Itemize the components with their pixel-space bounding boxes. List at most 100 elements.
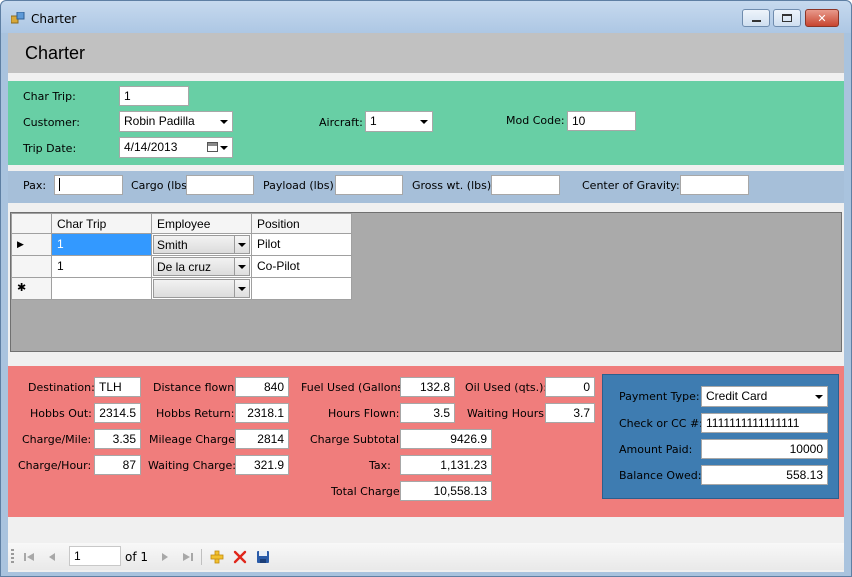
charge-mile-input[interactable]: 3.35 xyxy=(94,429,141,449)
minimize-button[interactable] xyxy=(742,9,770,27)
minimize-icon xyxy=(751,19,761,22)
hours-flown-input[interactable]: 3.5 xyxy=(400,403,455,423)
hobbs-out-input[interactable]: 2314.5 xyxy=(94,403,141,423)
cargo-input[interactable] xyxy=(186,175,254,195)
center-of-gravity-input[interactable] xyxy=(680,175,749,195)
mod-code-label: Mod Code: xyxy=(506,114,565,127)
oil-used-input[interactable]: 0 xyxy=(545,377,595,397)
check-cc-input[interactable]: 1111111111111111 xyxy=(701,413,828,433)
char-trip-label: Char Trip: xyxy=(23,90,76,103)
move-last-button[interactable] xyxy=(180,549,196,565)
move-next-icon xyxy=(162,553,168,561)
table-cell[interactable] xyxy=(251,277,352,300)
payment-type-label: Payment Type: xyxy=(619,390,700,403)
table-cell[interactable]: Pilot xyxy=(251,233,352,256)
aircraft-value: 1 xyxy=(370,114,377,128)
move-last-icon xyxy=(183,553,193,561)
oil-used-label: Oil Used (qts.): xyxy=(465,381,548,394)
column-header-char-trip[interactable]: Char Trip xyxy=(51,213,152,234)
waiting-hours-input[interactable]: 3.7 xyxy=(545,403,595,423)
destination-input[interactable]: TLH xyxy=(94,377,141,397)
maximize-button[interactable] xyxy=(773,9,801,27)
payment-type-select[interactable]: Credit Card xyxy=(701,386,828,407)
employee-select[interactable]: Smith xyxy=(153,235,250,254)
table-cell[interactable]: Co-Pilot xyxy=(251,255,352,278)
restore-icon xyxy=(782,14,792,22)
mileage-charge-label: Mileage Charge: xyxy=(149,433,239,446)
table-cell[interactable]: 1 xyxy=(51,255,152,278)
chevron-down-icon xyxy=(238,243,246,247)
column-header-position[interactable]: Position xyxy=(251,213,352,234)
calendar-icon xyxy=(207,142,218,152)
employee-select[interactable] xyxy=(153,279,250,298)
move-previous-button[interactable] xyxy=(44,549,60,565)
total-charge-input[interactable]: 10,558.13 xyxy=(400,481,492,501)
move-first-icon xyxy=(24,553,34,561)
add-icon xyxy=(210,550,224,564)
distance-flown-input[interactable]: 840 xyxy=(235,377,289,397)
new-row-selector[interactable]: ✱ xyxy=(11,277,52,300)
employee-combo-cell[interactable] xyxy=(151,277,252,300)
dropdown-button[interactable] xyxy=(234,280,249,297)
fuel-used-input[interactable]: 132.8 xyxy=(400,377,455,397)
charge-hour-label: Charge/Hour: xyxy=(18,459,92,472)
payload-input[interactable] xyxy=(335,175,403,195)
balance-owed-input[interactable]: 558.13 xyxy=(701,465,828,485)
distance-flown-label: Distance flown: xyxy=(153,381,238,394)
add-new-button[interactable] xyxy=(209,549,225,565)
amount-paid-label: Amount Paid: xyxy=(619,443,693,456)
employee-value: De la cruz xyxy=(157,260,212,274)
text-cursor xyxy=(59,178,60,191)
weights-section: Pax: Cargo (lbs): Payload (lbs): Gross w… xyxy=(8,171,844,203)
chevron-down-icon xyxy=(815,395,823,399)
column-header-employee[interactable]: Employee xyxy=(151,213,252,234)
trip-date-picker[interactable]: 4/14/2013 xyxy=(119,137,233,158)
aircraft-select[interactable]: 1 xyxy=(365,111,433,132)
hobbs-return-input[interactable]: 2318.1 xyxy=(235,403,289,423)
title-bar: Charter ✕ xyxy=(1,1,851,33)
employee-select[interactable]: De la cruz xyxy=(153,257,250,276)
mod-code-input[interactable]: 10 xyxy=(567,111,636,131)
customer-label: Customer: xyxy=(23,116,80,129)
charge-hour-input[interactable]: 87 xyxy=(94,455,141,475)
pax-input[interactable] xyxy=(54,175,123,195)
delete-icon xyxy=(233,550,247,564)
destination-label: Destination: xyxy=(28,381,95,394)
tax-input[interactable]: 1,131.23 xyxy=(400,455,492,475)
pax-label: Pax: xyxy=(23,179,47,192)
customer-select[interactable]: Robin Padilla xyxy=(119,111,233,132)
center-of-gravity-label: Center of Gravity: xyxy=(582,179,680,192)
mileage-charge-input[interactable]: 2814 xyxy=(235,429,289,449)
close-button[interactable]: ✕ xyxy=(805,9,839,27)
table-cell[interactable] xyxy=(51,277,152,300)
table-cell[interactable]: 1 xyxy=(51,233,152,256)
gross-weight-input[interactable] xyxy=(491,175,560,195)
employee-combo-cell[interactable]: De la cruz xyxy=(151,255,252,278)
chevron-down-icon xyxy=(220,146,228,150)
position-input[interactable]: 1 xyxy=(69,546,121,566)
employee-combo-cell[interactable]: Smith xyxy=(151,233,252,256)
balance-owed-label: Balance Owed: xyxy=(619,469,702,482)
charge-subtotal-label: Charge Subtotal: xyxy=(310,433,403,446)
waiting-charge-input[interactable]: 321.9 xyxy=(235,455,289,475)
window-title: Charter xyxy=(31,12,77,26)
dropdown-button[interactable] xyxy=(234,258,249,275)
waiting-charge-label: Waiting Charge: xyxy=(148,459,236,472)
record-count-label: of 1 xyxy=(125,550,149,564)
delete-button[interactable] xyxy=(232,549,248,565)
tax-label: Tax: xyxy=(369,459,391,472)
amount-paid-input[interactable]: 10000 xyxy=(701,439,828,459)
save-button[interactable] xyxy=(255,549,271,565)
move-next-button[interactable] xyxy=(157,549,173,565)
separator xyxy=(201,549,202,565)
row-selector[interactable] xyxy=(11,255,52,278)
total-charge-label: Total Charge: xyxy=(331,485,404,498)
charge-subtotal-input[interactable]: 9426.9 xyxy=(400,429,492,449)
move-first-button[interactable] xyxy=(21,549,37,565)
payload-label: Payload (lbs): xyxy=(263,179,338,192)
row-selector-current[interactable]: ▶ xyxy=(11,233,52,256)
hobbs-return-label: Hobbs Return: xyxy=(156,407,235,420)
binding-navigator: 1 of 1 xyxy=(8,543,844,570)
dropdown-button[interactable] xyxy=(234,236,249,253)
char-trip-input[interactable]: 1 xyxy=(119,86,189,106)
